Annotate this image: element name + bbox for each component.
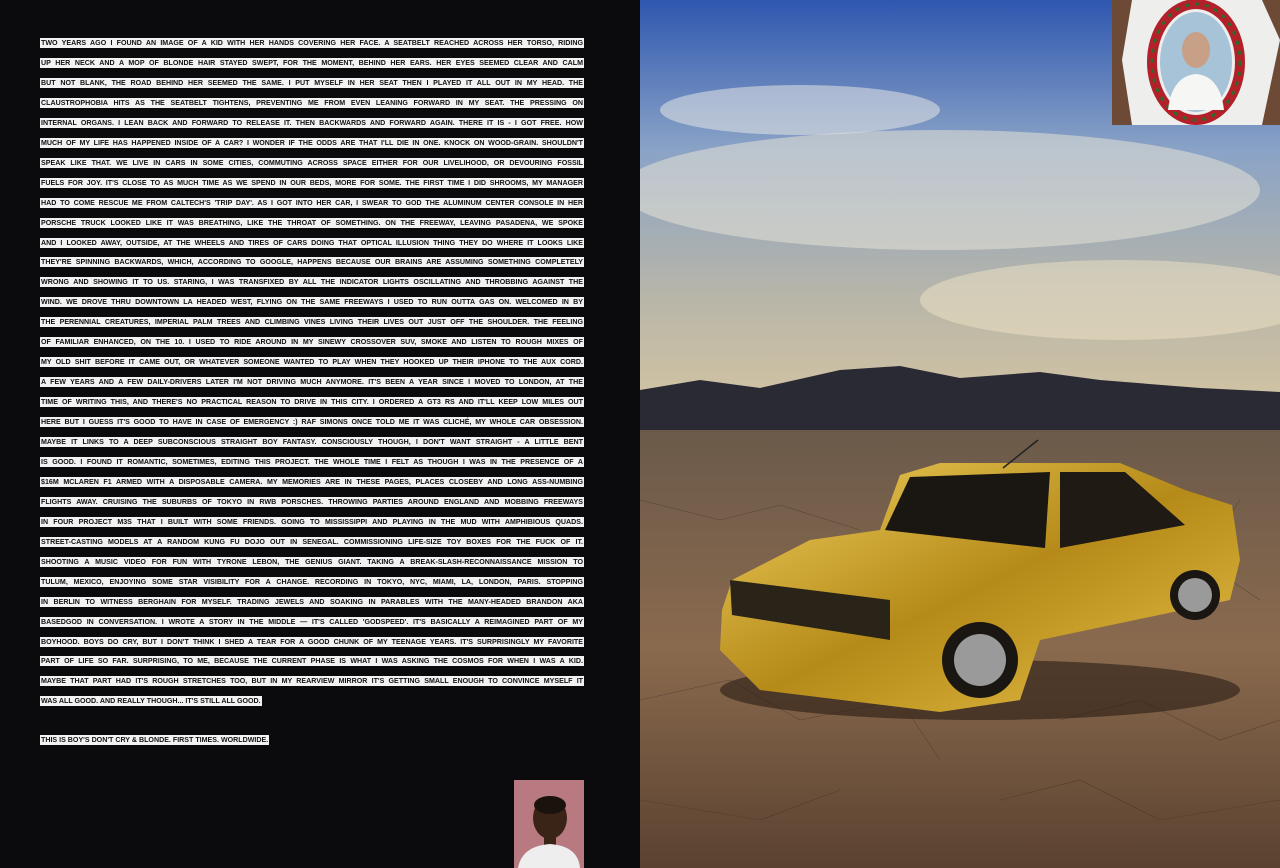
text-line-content: A FEW YEARS AND A FEW DAILY-DRIVERS LATE… xyxy=(40,377,584,388)
text-line: IN FOUR PROJECT M3S THAT I BUILT WITH SO… xyxy=(40,516,584,527)
text-page: TWO YEARS AGO I FOUND AN IMAGE OF A KID … xyxy=(0,0,640,868)
text-line-content: THEY'RE SPINNING BACKWARDS, WHICH, ACCOR… xyxy=(40,257,584,268)
text-line: PART OF LIFE SO FAR. SURPRISING, TO ME, … xyxy=(40,656,584,667)
text-line-content: MAYBE IT LINKS TO A DEEP SUBCONSCIOUS ST… xyxy=(40,437,584,447)
text-line: OF FAMILIAR ENHANCED, ON THE 10. I USED … xyxy=(40,337,584,348)
text-line: MY OLD SHIT BEFORE IT CAME OUT, OR WHATE… xyxy=(40,357,584,368)
text-line: SPEAK LIKE THAT. WE LIVE IN CARS IN SOME… xyxy=(40,157,584,168)
text-line: UP HER NECK AND A MOP OF BLONDE HAIR STA… xyxy=(40,57,584,68)
text-line-content: TIME OF WRITING THIS, AND THERE'S NO PRA… xyxy=(40,397,584,408)
text-line: STREET-CASTING MODELS AT A RANDOM KUNG F… xyxy=(40,536,584,547)
text-line-content: HERE BUT I GUESS IT'S GOOD TO HAVE IN CA… xyxy=(40,417,584,428)
text-line: PORSCHE TRUCK LOOKED LIKE IT WAS BREATHI… xyxy=(40,217,584,228)
car-photo xyxy=(640,0,1280,868)
text-line-content: SPEAK LIKE THAT. WE LIVE IN CARS IN SOME… xyxy=(40,157,584,168)
text-line-content: UP HER NECK AND A MOP OF BLONDE HAIR STA… xyxy=(40,57,584,68)
text-line: BOYHOOD. BOYS DO CRY, BUT I DON'T THINK … xyxy=(40,636,584,647)
text-line: FUELS FOR JOY. IT'S CLOSE TO AS MUCH TIM… xyxy=(40,177,584,188)
text-line-content: WIND. WE DROVE THRU DOWNTOWN LA HEADED W… xyxy=(40,297,584,308)
text-line: WIND. WE DROVE THRU DOWNTOWN LA HEADED W… xyxy=(40,297,584,308)
closing-text: THIS IS BOY'S DON'T CRY & BLONDE. FIRST … xyxy=(40,735,270,745)
text-line: THE PERENNIAL CREATURES, IMPERIAL PALM T… xyxy=(40,317,584,328)
text-line: MAYBE THAT PART HAD IT'S ROUGH STRETCHES… xyxy=(40,676,584,687)
text-line: WRONG AND SHOWING IT TO US. STARING, I W… xyxy=(40,277,584,288)
text-line-content: BASEDGOD IN CONVERSATION. I WROTE A STOR… xyxy=(40,616,584,627)
text-line-content: OF FAMILIAR ENHANCED, ON THE 10. I USED … xyxy=(40,337,584,348)
text-line-content: WAS ALL GOOD. AND REALLY THOUGH... IT'S … xyxy=(40,696,262,707)
closing-line: THIS IS BOY'S DON'T CRY & BLONDE. FIRST … xyxy=(40,735,584,745)
text-line-content: PORSCHE TRUCK LOOKED LIKE IT WAS BREATHI… xyxy=(40,217,584,228)
text-line-content: MY OLD SHIT BEFORE IT CAME OUT, OR WHATE… xyxy=(40,357,584,368)
text-line-content: IS GOOD. I FOUND IT ROMANTIC, SOMETIMES,… xyxy=(40,456,584,467)
text-line: HAD TO COME RESCUE ME FROM CALTECH'S 'TR… xyxy=(40,197,584,208)
text-line: INTERNAL ORGANS. I LEAN BACK AND FORWARD… xyxy=(40,117,584,128)
text-line-content: IN BERLIN TO WITNESS BERGHAIN FOR MYSELF… xyxy=(40,596,584,607)
text-line-content: WRONG AND SHOWING IT TO US. STARING, I W… xyxy=(40,277,584,288)
text-line: FLIGHTS AWAY. CRUISING THE SUBURBS OF TO… xyxy=(40,496,584,507)
text-line: MUCH OF MY LIFE HAS HAPPENED INSIDE OF A… xyxy=(40,137,584,148)
text-line-content: AND I LOOKED AWAY, OUTSIDE, AT THE WHEEL… xyxy=(40,237,584,248)
text-line: TWO YEARS AGO I FOUND AN IMAGE OF A KID … xyxy=(40,38,584,48)
text-line-content: TULUM, MEXICO, ENJOYING SOME STAR VISIBI… xyxy=(40,576,584,587)
text-line: IN BERLIN TO WITNESS BERGHAIN FOR MYSELF… xyxy=(40,596,584,607)
text-line: BASEDGOD IN CONVERSATION. I WROTE A STOR… xyxy=(40,616,584,627)
child-portrait-photo xyxy=(514,780,584,868)
memorial-tshirt-photo xyxy=(1112,0,1280,125)
text-line: TIME OF WRITING THIS, AND THERE'S NO PRA… xyxy=(40,397,584,408)
text-line: HERE BUT I GUESS IT'S GOOD TO HAVE IN CA… xyxy=(40,417,584,428)
text-line-content: THE PERENNIAL CREATURES, IMPERIAL PALM T… xyxy=(40,317,584,328)
text-line-content: STREET-CASTING MODELS AT A RANDOM KUNG F… xyxy=(40,536,584,547)
text-line-content: MAYBE THAT PART HAD IT'S ROUGH STRETCHES… xyxy=(40,676,584,687)
text-line-content: INTERNAL ORGANS. I LEAN BACK AND FORWARD… xyxy=(40,117,584,128)
text-line: AND I LOOKED AWAY, OUTSIDE, AT THE WHEEL… xyxy=(40,237,584,248)
text-line-content: $16M MCLAREN F1 ARMED WITH A DISPOSABLE … xyxy=(40,476,584,487)
text-line-content: TWO YEARS AGO I FOUND AN IMAGE OF A KID … xyxy=(40,38,584,48)
text-line: WAS ALL GOOD. AND REALLY THOUGH... IT'S … xyxy=(40,696,584,707)
text-line: BUT NOT BLANK, THE ROAD BEHIND HER SEEME… xyxy=(40,77,584,88)
text-line: TULUM, MEXICO, ENJOYING SOME STAR VISIBI… xyxy=(40,576,584,587)
text-line: IS GOOD. I FOUND IT ROMANTIC, SOMETIMES,… xyxy=(40,456,584,467)
text-line-content: SHOOTING A MUSIC VIDEO FOR FUN WITH TYRO… xyxy=(40,556,584,567)
text-line: MAYBE IT LINKS TO A DEEP SUBCONSCIOUS ST… xyxy=(40,437,584,447)
text-line: $16M MCLAREN F1 ARMED WITH A DISPOSABLE … xyxy=(40,476,584,487)
text-line-content: IN FOUR PROJECT M3S THAT I BUILT WITH SO… xyxy=(40,516,584,527)
text-line-content: BUT NOT BLANK, THE ROAD BEHIND HER SEEME… xyxy=(40,77,584,88)
text-line-content: BOYHOOD. BOYS DO CRY, BUT I DON'T THINK … xyxy=(40,636,584,647)
text-line-content: PART OF LIFE SO FAR. SURPRISING, TO ME, … xyxy=(40,656,584,667)
text-line-content: MUCH OF MY LIFE HAS HAPPENED INSIDE OF A… xyxy=(40,137,584,148)
text-line-content: FLIGHTS AWAY. CRUISING THE SUBURBS OF TO… xyxy=(40,496,584,507)
text-line: THEY'RE SPINNING BACKWARDS, WHICH, ACCOR… xyxy=(40,257,584,268)
text-line-content: CLAUSTROPHOBIA HITS AS THE SEATBELT TIGH… xyxy=(40,97,584,108)
text-line: CLAUSTROPHOBIA HITS AS THE SEATBELT TIGH… xyxy=(40,97,584,108)
text-line: A FEW YEARS AND A FEW DAILY-DRIVERS LATE… xyxy=(40,377,584,388)
text-line-content: HAD TO COME RESCUE ME FROM CALTECH'S 'TR… xyxy=(40,197,584,208)
text-line: SHOOTING A MUSIC VIDEO FOR FUN WITH TYRO… xyxy=(40,556,584,567)
text-line-content: FUELS FOR JOY. IT'S CLOSE TO AS MUCH TIM… xyxy=(40,177,584,188)
